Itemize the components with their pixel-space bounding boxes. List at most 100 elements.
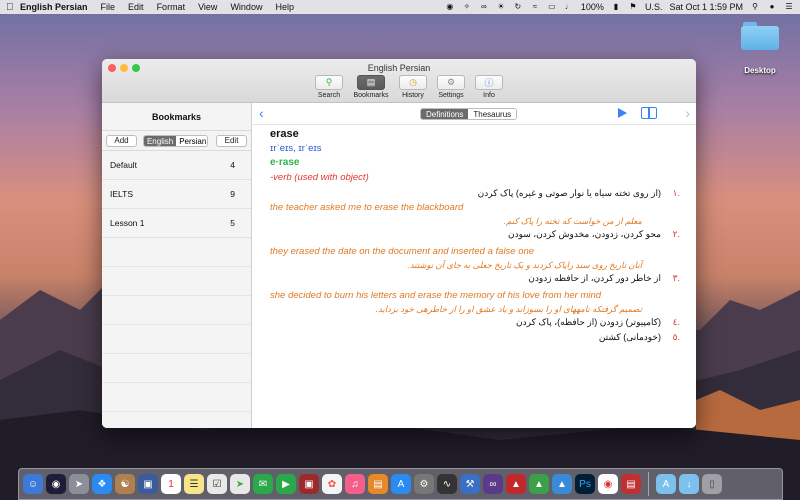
info-icon: ⓘ bbox=[475, 75, 503, 90]
apple-menu-icon[interactable]:  bbox=[6, 2, 20, 13]
open-book-icon[interactable] bbox=[641, 107, 657, 119]
reminders-icon[interactable]: ☑ bbox=[207, 474, 227, 494]
toolbar-history-label: History bbox=[402, 92, 424, 99]
input-source[interactable]: U.S. bbox=[645, 2, 663, 12]
toolbar: ⚲ Search ▤ Bookmarks ◷ History ⚙ Setting… bbox=[102, 75, 696, 99]
photo-booth-icon[interactable]: ▣ bbox=[299, 474, 319, 494]
battery-icon[interactable]: ▮ bbox=[611, 3, 621, 11]
activity-monitor-icon[interactable]: ∿ bbox=[437, 474, 457, 494]
back-chevron-icon[interactable]: ‹ bbox=[259, 105, 264, 121]
script-icon[interactable]: ✧ bbox=[462, 3, 472, 11]
source-tree-icon[interactable]: ▲ bbox=[552, 474, 572, 494]
edit-bookmarks-button[interactable]: Edit bbox=[216, 134, 247, 147]
example-english: the teacher asked me to erase the blackb… bbox=[270, 202, 464, 213]
contacts-icon[interactable]: ☯ bbox=[115, 474, 135, 494]
dock: ☺ ◉ ➤ ❖ ☯ ▣ 1 ☰ ☑ ➤ ✉ ▶ ▣ ✿ ♫ ▤ A ⚙ ∿ ⚒ … bbox=[18, 468, 783, 500]
downloads-folder-icon[interactable]: ↓ bbox=[679, 474, 699, 494]
desktop-folder[interactable]: Desktop bbox=[738, 22, 782, 75]
photos-icon[interactable]: ✿ bbox=[322, 474, 342, 494]
view-segmented-control: Definitions Thesaurus bbox=[420, 108, 518, 120]
wifi-icon[interactable]: ≈ bbox=[530, 3, 540, 11]
menu-app-name[interactable]: English Persian bbox=[20, 2, 88, 12]
flux-icon[interactable]: ☀ bbox=[496, 3, 506, 11]
toolbar-history[interactable]: ◷ History bbox=[398, 75, 428, 99]
folder-icon bbox=[741, 22, 779, 50]
add-bookmark-button[interactable]: Add bbox=[106, 134, 137, 147]
menu-edit[interactable]: Edit bbox=[128, 2, 144, 12]
system-preferences-icon[interactable]: ⚙ bbox=[414, 474, 434, 494]
toolbar-info[interactable]: ⓘ Info bbox=[474, 75, 504, 99]
definition-item: از خاطر دور کردن، از حافظه زدودن ٣. bbox=[270, 272, 696, 287]
siri-icon[interactable]: ● bbox=[767, 3, 777, 11]
facetime-icon[interactable]: ▶ bbox=[276, 474, 296, 494]
toolbar-search-label: Search bbox=[317, 92, 341, 99]
app-window: English Persian ⚲ Search ▤ Bookmarks ◷ H… bbox=[102, 59, 696, 428]
definition-item: محو کردن، زدودن، مخدوش کردن، سودن ٢. bbox=[270, 228, 696, 243]
applications-folder-icon[interactable]: A bbox=[656, 474, 676, 494]
tab-thesaurus[interactable]: Thesaurus bbox=[468, 109, 517, 119]
toolbar-settings[interactable]: ⚙ Settings bbox=[436, 75, 466, 99]
time-machine-icon[interactable]: ↻ bbox=[513, 3, 523, 11]
ibooks-icon[interactable]: ▤ bbox=[368, 474, 388, 494]
menu-format[interactable]: Format bbox=[157, 2, 186, 12]
book-icon: ▤ bbox=[357, 75, 385, 90]
bookmark-row[interactable]: Lesson 1 5 bbox=[102, 209, 251, 238]
definition-number: ٤. bbox=[672, 317, 680, 327]
notes-icon[interactable]: ☰ bbox=[184, 474, 204, 494]
segment-english[interactable]: English bbox=[143, 135, 177, 146]
menu-help[interactable]: Help bbox=[275, 2, 294, 12]
battery-percent[interactable]: 100% bbox=[581, 2, 604, 12]
airplay-icon[interactable]: ▭ bbox=[547, 3, 557, 11]
empty-row bbox=[102, 412, 251, 428]
messages-icon[interactable]: ✉ bbox=[253, 474, 273, 494]
siri-icon[interactable]: ◉ bbox=[46, 474, 66, 494]
headword: erase bbox=[270, 128, 299, 140]
english-persian-dock-icon[interactable]: ▤ bbox=[621, 474, 641, 494]
camera-icon[interactable]: ◉ bbox=[445, 3, 455, 11]
menu-file[interactable]: File bbox=[101, 2, 116, 12]
play-pronunciation-icon[interactable] bbox=[618, 108, 627, 118]
bookmark-row[interactable]: Default 4 bbox=[102, 151, 251, 180]
acrobat-icon[interactable]: ▲ bbox=[506, 474, 526, 494]
menu-view[interactable]: View bbox=[198, 2, 217, 12]
launchpad-icon[interactable]: ➤ bbox=[69, 474, 89, 494]
trash-icon[interactable]: ▯ bbox=[702, 474, 722, 494]
segment-persian[interactable]: Persian bbox=[176, 135, 208, 146]
empty-row bbox=[102, 267, 251, 296]
visual-studio-icon[interactable]: ∞ bbox=[483, 474, 503, 494]
calendar-icon[interactable]: 1 bbox=[161, 474, 181, 494]
status-area: ◉ ✧ ∞ ☀ ↻ ≈ ▭ ♩ 100% ▮ ⚑ U.S. Sat Oct 1 … bbox=[445, 2, 794, 12]
spotlight-icon[interactable]: ⚲ bbox=[750, 3, 760, 11]
creative-cloud-icon[interactable]: ∞ bbox=[479, 3, 489, 11]
chrome-icon[interactable]: ◉ bbox=[598, 474, 618, 494]
clock[interactable]: Sat Oct 1 1:59 PM bbox=[669, 2, 743, 12]
empty-row bbox=[102, 383, 251, 412]
tab-definitions[interactable]: Definitions bbox=[421, 109, 469, 119]
volume-icon[interactable]: ♩ bbox=[564, 3, 574, 11]
bookmark-name: IELTS bbox=[110, 189, 133, 199]
title-bar: English Persian ⚲ Search ▤ Bookmarks ◷ H… bbox=[102, 59, 696, 103]
android-studio-icon[interactable]: ▲ bbox=[529, 474, 549, 494]
itunes-icon[interactable]: ♫ bbox=[345, 474, 365, 494]
app-store-icon[interactable]: A bbox=[391, 474, 411, 494]
xcode-icon[interactable]: ⚒ bbox=[460, 474, 480, 494]
photoshop-icon[interactable]: Ps bbox=[575, 474, 595, 494]
toolbar-search[interactable]: ⚲ Search bbox=[314, 75, 344, 99]
dictionary-entry: erase ɪrˈeɪs, ɪrˈeɪs e·rase -verb (used … bbox=[253, 125, 696, 346]
toolbar-bookmarks[interactable]: ▤ Bookmarks bbox=[352, 75, 390, 99]
bookmark-row[interactable]: IELTS 9 bbox=[102, 180, 251, 209]
bookmark-count: 5 bbox=[230, 218, 235, 228]
syllabification: e·rase bbox=[270, 157, 300, 168]
safari-icon[interactable]: ❖ bbox=[92, 474, 112, 494]
definition-item: (خودمانی) کشتن ٥. bbox=[270, 331, 696, 346]
finder-icon[interactable]: ☺ bbox=[23, 474, 43, 494]
maps-icon[interactable]: ➤ bbox=[230, 474, 250, 494]
forward-chevron-icon[interactable]: › bbox=[685, 105, 690, 121]
bookmark-name: Lesson 1 bbox=[110, 218, 145, 228]
clock-icon: ◷ bbox=[399, 75, 427, 90]
us-flag-icon[interactable]: ⚑ bbox=[628, 3, 638, 11]
gear-icon: ⚙ bbox=[437, 75, 465, 90]
menu-window[interactable]: Window bbox=[230, 2, 262, 12]
preview-icon[interactable]: ▣ bbox=[138, 474, 158, 494]
notification-center-icon[interactable]: ☰ bbox=[784, 3, 794, 11]
